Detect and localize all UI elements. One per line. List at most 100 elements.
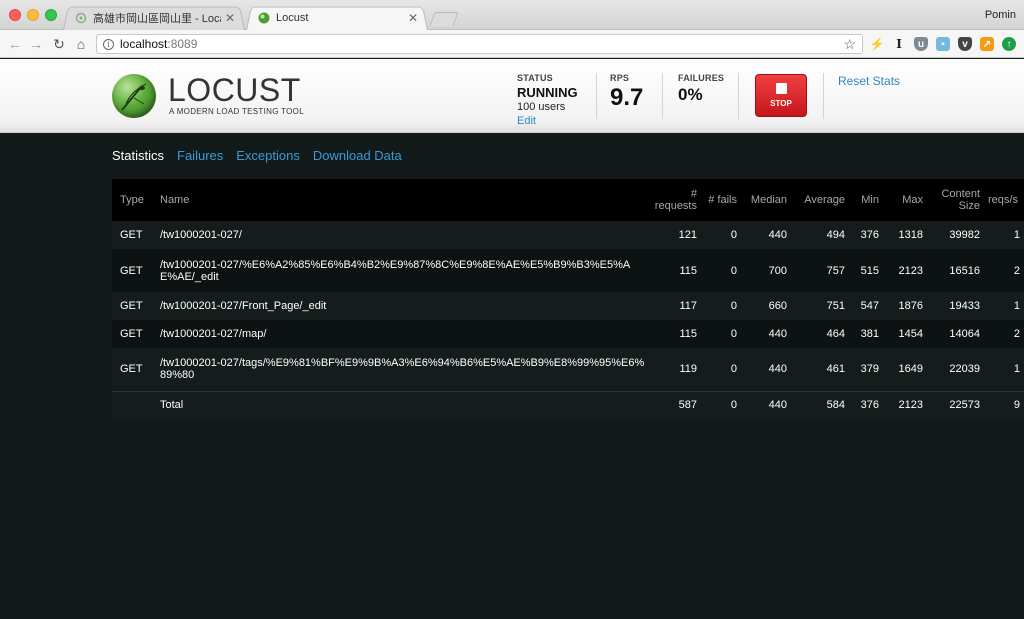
user-count: 100 users	[517, 101, 566, 113]
min-cell: 547	[860, 300, 879, 312]
reqs-per-sec-cell: 1	[1013, 300, 1020, 312]
browser-tab-locust[interactable]: Locust ✕	[246, 5, 428, 30]
forward-arrow-icon[interactable]: →	[27, 35, 45, 53]
average-cell: 757	[826, 264, 845, 277]
reload-icon[interactable]: ↻	[50, 35, 68, 53]
name-cell: /tw1000201-027/map/	[160, 328, 267, 340]
type-cell: GET	[120, 328, 143, 340]
tab-statistics[interactable]: Statistics	[112, 148, 164, 163]
column-header[interactable]: Min	[849, 179, 883, 221]
minimize-window-button[interactable]	[27, 9, 39, 21]
table-row: GET /tw1000201-027/Front_Page/_edit 117 …	[112, 292, 1024, 320]
divider	[738, 73, 739, 119]
maximize-window-button[interactable]	[45, 9, 57, 21]
table-row: GET /tw1000201-027/ 121 0 440 494 376 13…	[112, 221, 1024, 249]
fails-cell: 0	[730, 328, 737, 340]
type-cell: GET	[120, 363, 143, 376]
min-cell: 381	[860, 328, 879, 340]
divider	[662, 73, 663, 119]
text-extension-icon[interactable]: I	[892, 37, 906, 51]
type-cell: GET	[120, 229, 143, 241]
tab-exceptions[interactable]: Exceptions	[236, 148, 300, 163]
edit-link[interactable]: Edit	[517, 115, 578, 127]
column-header[interactable]: Content Size	[927, 179, 984, 221]
close-tab-icon[interactable]: ✕	[408, 11, 418, 25]
status-label: STATUS	[517, 73, 553, 83]
locust-logo-icon	[112, 74, 156, 118]
max-cell: 1876	[898, 300, 923, 312]
localwiki-favicon-icon	[75, 12, 87, 23]
logo-tagline: A MODERN LOAD TESTING TOOL	[169, 107, 304, 116]
column-header[interactable]: Type	[112, 179, 156, 221]
close-tab-icon[interactable]: ✕	[225, 11, 235, 25]
median-cell: 440	[768, 229, 787, 241]
locust-favicon-icon	[258, 12, 270, 23]
tab-failures[interactable]: Failures	[177, 148, 223, 163]
pocket-extension-icon[interactable]: v	[958, 37, 972, 51]
new-tab-button[interactable]	[429, 12, 459, 26]
requests-cell: 587	[678, 399, 697, 412]
back-arrow-icon[interactable]: ←	[6, 35, 24, 53]
status-box: STATUS RUNNING 100 users Edit	[517, 73, 578, 127]
reqs-per-sec-cell: 2	[1013, 264, 1020, 277]
column-header[interactable]: Max	[883, 179, 927, 221]
locust-nav-tabs: Statistics Failures Exceptions Download …	[112, 148, 415, 163]
bookmark-star-icon[interactable]: ☆	[843, 36, 856, 53]
profile-name[interactable]: Pomin	[985, 9, 1016, 21]
reqs-per-sec-cell: 1	[1013, 229, 1020, 241]
column-header[interactable]: Average	[791, 179, 849, 221]
home-icon[interactable]: ⌂	[72, 35, 90, 53]
median-cell: 660	[768, 300, 787, 312]
info-icon[interactable]: i	[103, 38, 114, 50]
rps-label: RPS	[610, 73, 630, 83]
column-header[interactable]: # requests	[649, 179, 701, 221]
rps-value: 9.7	[610, 84, 644, 111]
total-label: Total	[160, 399, 184, 412]
min-cell: 376	[860, 229, 879, 241]
shield-extension-icon[interactable]: u	[914, 37, 928, 51]
content-size-cell: 39982	[949, 229, 980, 241]
browser-toolbar: ← → ↻ ⌂ i localhost :8089 ☆ ⚡ I u ▪ v ↗ …	[0, 30, 1024, 58]
min-cell: 379	[860, 363, 879, 376]
fails-cell: 0	[730, 363, 737, 376]
column-header[interactable]: Median	[741, 179, 791, 221]
type-cell: GET	[120, 300, 143, 312]
chart-extension-icon[interactable]: ↗	[980, 37, 994, 51]
reset-stats-link[interactable]: Reset Stats	[838, 74, 900, 88]
reqs-per-sec-cell: 2	[1013, 328, 1020, 340]
image-extension-icon[interactable]: ▪	[936, 37, 950, 51]
browser-tab-strip: 高雄市岡山區岡山里 - LocalWiki ✕ Locust ✕ Pomin	[0, 0, 1024, 30]
stop-button[interactable]: STOP	[755, 74, 807, 117]
column-header[interactable]: # fails	[701, 179, 741, 221]
median-cell: 440	[768, 328, 787, 340]
min-cell: 515	[860, 264, 879, 277]
upload-extension-icon[interactable]: ↑	[1002, 37, 1016, 51]
tab-download-data[interactable]: Download Data	[313, 148, 402, 163]
close-window-button[interactable]	[9, 9, 21, 21]
content-size-cell: 22039	[949, 363, 980, 376]
reqs-per-sec-cell: 1	[1013, 363, 1020, 376]
tab-title: Locust	[276, 11, 309, 24]
reqs-per-sec-cell: 9	[1013, 399, 1020, 412]
content-size-cell: 22573	[949, 399, 980, 412]
column-header[interactable]: reqs/s	[984, 179, 1024, 221]
failures-value: 0%	[678, 85, 703, 104]
max-cell: 2123	[898, 264, 923, 277]
browser-tab-localwiki[interactable]: 高雄市岡山區岡山里 - LocalWiki ✕	[63, 5, 245, 30]
average-cell: 584	[826, 399, 845, 412]
content-size-cell: 14064	[949, 328, 980, 340]
stop-icon	[775, 83, 787, 94]
requests-cell: 119	[679, 363, 697, 376]
lightning-extension-icon[interactable]: ⚡	[870, 37, 885, 51]
fails-cell: 0	[730, 264, 737, 277]
address-bar[interactable]: i localhost :8089 ☆	[96, 34, 863, 54]
status-value: RUNNING	[517, 85, 578, 100]
name-cell: /tw1000201-027/%E6%A2%85%E6%B4%B2%E9%87%…	[160, 258, 631, 283]
median-cell: 440	[768, 399, 787, 412]
logo-wordmark: LOCUST	[168, 72, 301, 108]
column-header[interactable]: Name	[156, 179, 649, 221]
url-host: localhost	[120, 37, 168, 51]
statistics-table: Type Name # requests # fails Median Aver…	[112, 179, 1024, 419]
average-cell: 464	[826, 328, 845, 340]
failures-label: FAILURES	[678, 73, 725, 83]
